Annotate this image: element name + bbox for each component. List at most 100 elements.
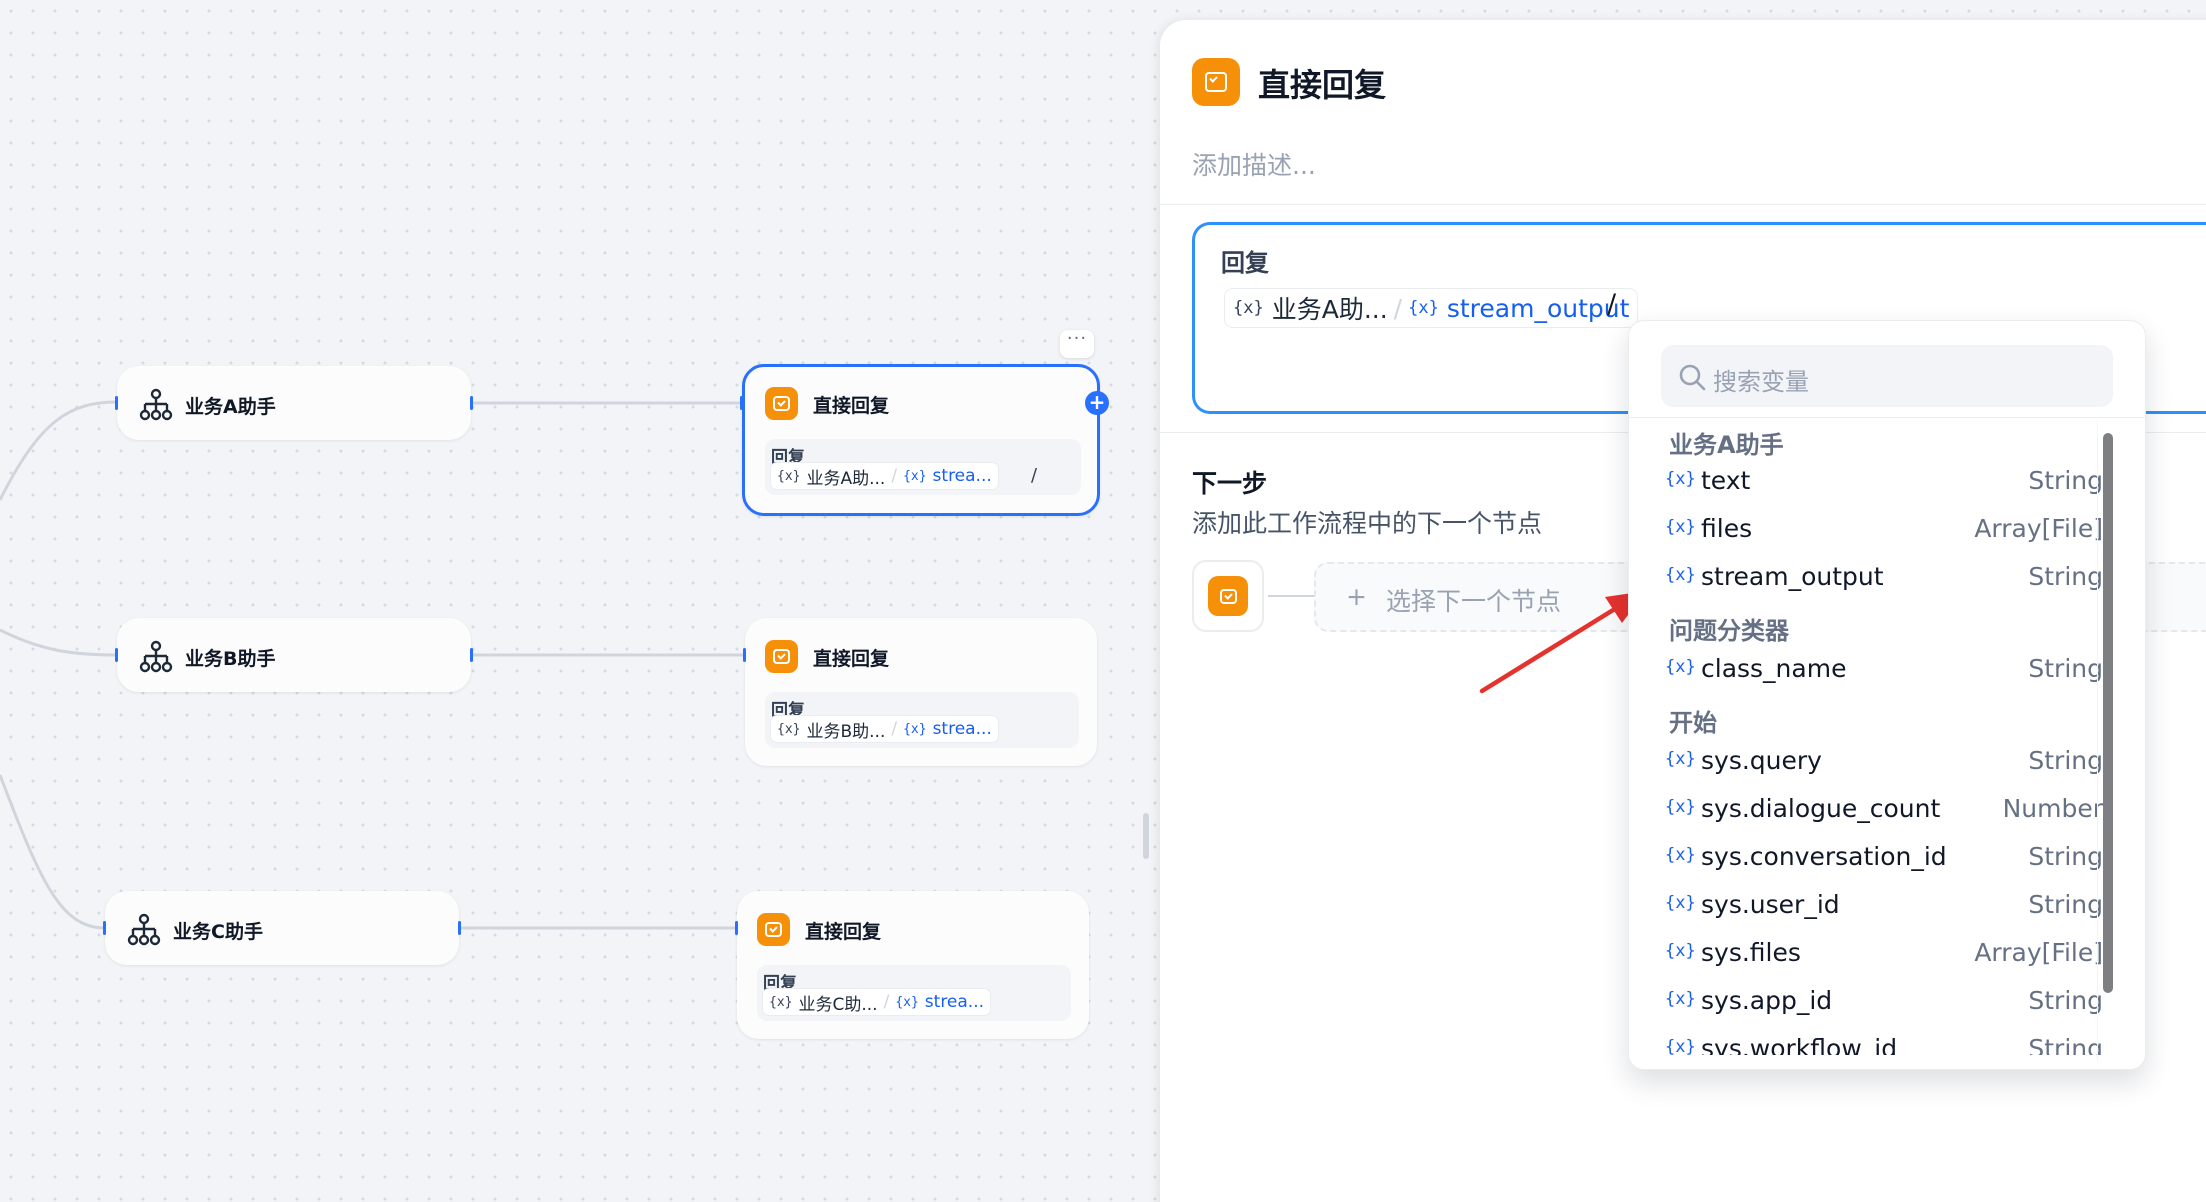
variable-icon: {x} (1665, 469, 1696, 489)
next-step-desc: 添加此工作流程中的下一个节点 (1192, 509, 1543, 538)
variable-name: sys.files (1701, 938, 1801, 967)
variable-icon: {x} (903, 721, 927, 737)
editor-cursor-text: / (1607, 289, 1617, 320)
variable-icon: {x} (1665, 517, 1696, 537)
variable-option[interactable]: {x} stream_output String (1665, 555, 2103, 601)
variable-option[interactable]: {x} sys.app_id String (1665, 979, 2103, 1025)
variable-name: text (1701, 466, 1751, 495)
variable-option[interactable]: {x} sys.dialogue_count Number (1665, 787, 2103, 833)
reply-node-a[interactable]: 直接回复 回复 {x} 业务A助... / {x} strea... / (742, 364, 1100, 516)
separator: / (883, 992, 890, 1012)
reply-content-box: 回复 {x} 业务A助... / {x} strea... / (765, 439, 1081, 495)
agent-tree-icon (139, 640, 173, 673)
separator: / (891, 719, 898, 739)
node-handle-in[interactable] (743, 648, 746, 662)
node-handle-in[interactable] (115, 648, 118, 662)
variable-dropdown: 搜索变量 业务A助手 {x} text String {x} files Arr… (1628, 320, 2146, 1070)
node-handle-out[interactable] (470, 648, 473, 662)
variable-icon: {x} (777, 721, 801, 737)
dropdown-scrollbar-thumb[interactable] (2103, 433, 2113, 993)
node-handle-in[interactable] (103, 921, 106, 935)
variable-icon: {x} (1665, 845, 1696, 865)
variable-option[interactable]: {x} text String (1665, 459, 2103, 505)
variable-option[interactable]: {x} sys.files Array[File] (1665, 931, 2103, 977)
variable-type: String (2028, 562, 2103, 591)
current-node-icon (1192, 560, 1264, 632)
next-step-title: 下一步 (1192, 469, 1268, 498)
connector-line (1268, 595, 1316, 597)
search-icon (1679, 364, 1706, 391)
variable-type: String (2028, 746, 2103, 775)
node-handle-out[interactable] (470, 396, 473, 410)
separator: / (1393, 293, 1403, 323)
more-icon[interactable]: ··· (1060, 330, 1094, 358)
variable-name: sys.conversation_id (1701, 842, 1947, 871)
var-source: 业务C助... (798, 994, 878, 1015)
variable-name: files (1701, 514, 1753, 543)
node-handle-in[interactable] (115, 396, 118, 410)
variable-reference[interactable]: {x} 业务A助... / {x} stream_output (1225, 289, 1638, 327)
variable-reference: {x} 业务B助... / {x} strea... (771, 716, 998, 742)
variable-type: Array[File] (1974, 938, 2103, 967)
panel-resize-handle[interactable] (1143, 813, 1149, 859)
node-handle-in[interactable] (740, 396, 743, 410)
reply-icon (1208, 576, 1248, 616)
agent-node-title: 业务C助手 (173, 921, 263, 943)
annotation-arrow-icon (1479, 591, 1646, 694)
variable-option[interactable]: {x} sys.query String (1665, 739, 2103, 785)
agent-node-a[interactable]: 业务A助手 (117, 366, 471, 440)
variable-icon: {x} (903, 468, 927, 484)
variable-name: sys.dialogue_count (1701, 794, 1941, 823)
variable-icon: {x} (1233, 298, 1264, 318)
separator: / (891, 466, 898, 486)
search-placeholder: 搜索变量 (1713, 368, 1809, 396)
add-icon: + (1346, 582, 1367, 611)
variable-group-label: 业务A助手 (1669, 431, 1784, 459)
var-name: stream_output (1446, 293, 1630, 323)
reply-node-c[interactable]: 直接回复 回复 {x} 业务C助... / {x} strea... (737, 891, 1089, 1039)
agent-tree-icon (139, 388, 173, 421)
variable-icon: {x} (1665, 657, 1696, 677)
variable-option[interactable]: {x} sys.conversation_id String (1665, 835, 2103, 881)
variable-name: stream_output (1701, 562, 1884, 591)
variable-icon: {x} (1665, 893, 1696, 913)
reply-icon (765, 640, 798, 673)
var-source: 业务B助... (806, 721, 886, 742)
dropdown-clip (1629, 1055, 2145, 1069)
reply-node-title: 直接回复 (813, 648, 890, 670)
variable-type: String (2028, 842, 2103, 871)
variable-search-input[interactable]: 搜索变量 (1661, 345, 2113, 407)
variable-group-label: 开始 (1669, 709, 1717, 737)
reply-content-box: 回复 {x} 业务C助... / {x} strea... (757, 965, 1071, 1021)
variable-reference: {x} 业务A助... / {x} strea... (771, 463, 998, 489)
reply-icon (765, 387, 798, 420)
variable-icon: {x} (1665, 989, 1696, 1009)
variable-icon: {x} (769, 994, 793, 1010)
var-name: strea... (924, 992, 985, 1012)
reply-node-b[interactable]: 直接回复 回复 {x} 业务B助... / {x} strea... (745, 618, 1097, 766)
agent-node-c[interactable]: 业务C助手 (105, 891, 459, 965)
var-name: strea... (932, 466, 992, 486)
node-handle-out[interactable] (458, 921, 461, 935)
variable-group-label: 问题分类器 (1669, 617, 1789, 645)
node-handle-in[interactable] (735, 921, 738, 935)
description-input[interactable]: 添加描述... (1192, 146, 1316, 182)
divider (1160, 204, 2206, 205)
variable-option[interactable]: {x} class_name String (1665, 647, 2103, 693)
divider (1629, 417, 2145, 418)
variable-icon: {x} (895, 994, 919, 1010)
add-icon[interactable]: + (1085, 391, 1109, 415)
variable-icon: {x} (1665, 941, 1696, 961)
variable-name: sys.query (1701, 746, 1822, 775)
variable-option[interactable]: {x} files Array[File] (1665, 507, 2103, 553)
var-source: 业务A助... (806, 468, 886, 489)
agent-node-title: 业务B助手 (185, 648, 276, 670)
reply-icon (757, 913, 790, 946)
var-name: strea... (932, 719, 992, 739)
agent-node-b[interactable]: 业务B助手 (117, 618, 471, 692)
variable-option[interactable]: {x} sys.user_id String (1665, 883, 2103, 929)
reply-content-box: 回复 {x} 业务B助... / {x} strea... (765, 692, 1079, 748)
variable-type: String (2028, 890, 2103, 919)
variable-type: Number (2002, 794, 2103, 823)
panel-title[interactable]: 直接回复 (1258, 60, 1386, 106)
